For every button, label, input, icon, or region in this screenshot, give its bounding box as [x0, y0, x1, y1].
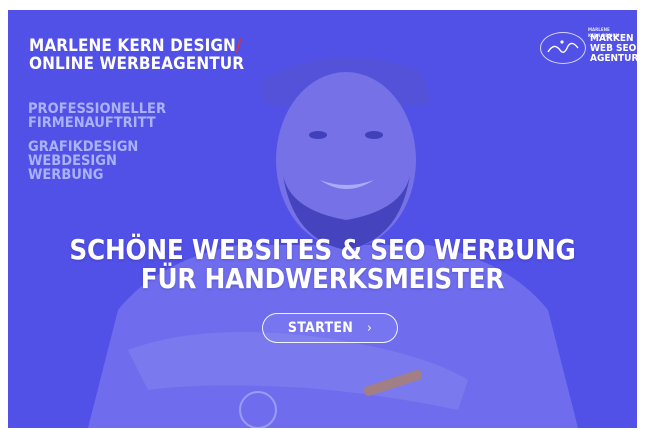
hero-headline: SCHÖNE WEBSITES & SEO WERBUNG FÜR HANDWE…: [8, 236, 637, 294]
signature-logo-icon: [547, 40, 579, 53]
headline-line-2: FÜR HANDWERKSMEISTER: [140, 263, 505, 295]
brand-line-2: ONLINE WERBEAGENTUR: [29, 54, 245, 74]
tagline-item: FIRMENAUFTRITT: [28, 115, 156, 131]
tagline-item: WEBDESIGN: [28, 153, 117, 169]
tagline-list: PROFESSIONELLER FIRMENAUFTRITT GRAFIKDES…: [28, 101, 167, 183]
chevron-right-icon: ›: [367, 320, 373, 336]
headline-line-1: SCHÖNE WEBSITES & SEO WERBUNG: [69, 234, 576, 266]
tagline-item: PROFESSIONELLER: [28, 101, 167, 117]
tagline-item: GRAFIKDESIGN: [28, 139, 139, 155]
brand-name: MARLENE KERN DESIGN: [29, 36, 236, 56]
badge-line: AGENTUR: [590, 53, 637, 64]
hero-section: MARLENE KERN DESIGN/ ONLINE WERBEAGENTUR…: [8, 10, 637, 428]
tagline-item: WERBUNG: [28, 167, 104, 183]
start-button-label: STARTEN: [287, 320, 354, 336]
start-button[interactable]: STARTEN ›: [262, 313, 398, 343]
badge-lines: MARKEN WEB SEO AGENTUR: [590, 34, 637, 64]
brand-line-1: MARLENE KERN DESIGN/: [29, 37, 244, 55]
brand-logo[interactable]: MARLENE KERN DESIGN/ ONLINE WERBEAGENTUR: [29, 37, 244, 73]
agency-badge[interactable]: MARLENE KERN DESIGN MARKEN WEB SEO AGENT…: [540, 28, 637, 68]
brand-slash: /: [235, 36, 242, 56]
